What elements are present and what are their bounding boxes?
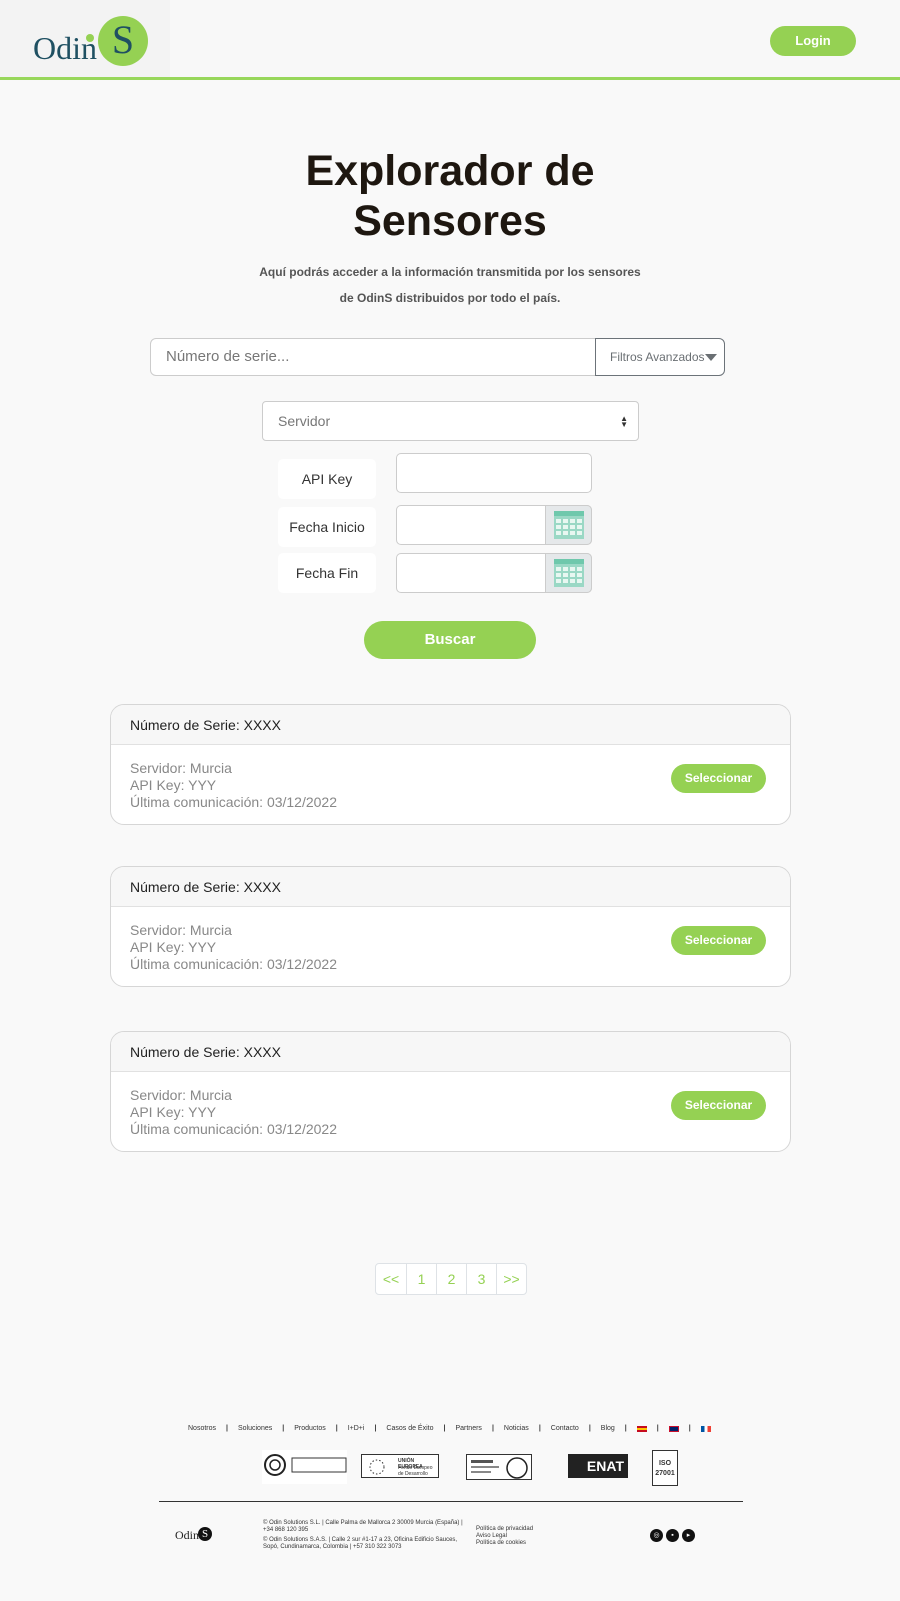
eu-logo: UNIÓN EUROPEA Fondo Europeo de Desarroll…	[361, 1454, 439, 1478]
logo-letter: S	[98, 16, 148, 66]
end-date-label: Fecha Fin	[278, 553, 376, 593]
legal-notice-link[interactable]: Aviso Legal	[476, 1533, 533, 1540]
sensor-card: Número de Serie: XXXX Servidor: Murcia A…	[110, 1031, 791, 1152]
sensor-card: Número de Serie: XXXX Servidor: Murcia A…	[110, 704, 791, 825]
logo-dot	[86, 34, 94, 42]
footer-divider	[159, 1501, 743, 1502]
page-2[interactable]: 2	[436, 1264, 466, 1294]
footer-logo-text[interactable]: Odin	[175, 1528, 199, 1543]
sensor-card-header: Número de Serie: XXXX	[111, 1032, 790, 1072]
footer-logo-letter: S	[198, 1527, 212, 1541]
iso-logo: ISO 27001	[652, 1450, 678, 1486]
pagination: << 1 2 3 >>	[375, 1263, 527, 1295]
page-title-line2: Sensores	[353, 197, 547, 245]
footer-link-productos[interactable]: Productos	[294, 1425, 326, 1432]
select-arrows-icon: ▲ ▼	[620, 414, 628, 429]
subtitle-line2: de OdinS distribuidos por todo el país.	[339, 291, 561, 305]
sensor-card-header: Número de Serie: XXXX	[111, 867, 790, 907]
sensor-card-body: Servidor: Murcia API Key: YYY Última com…	[111, 1072, 790, 1138]
footer-link-idi[interactable]: I+D+i	[348, 1425, 365, 1432]
footer-link-contacto[interactable]: Contacto	[551, 1425, 579, 1432]
page-3[interactable]: 3	[466, 1264, 496, 1294]
footer-link-partners[interactable]: Partners	[455, 1425, 481, 1432]
youtube-icon[interactable]: ▸	[682, 1529, 695, 1542]
logo[interactable]: Odin S	[0, 0, 170, 77]
advanced-filters-label: Filtros Avanzados	[610, 350, 705, 364]
page-1[interactable]: 1	[406, 1264, 436, 1294]
subtitle-line1: Aquí podrás acceder a la información tra…	[259, 265, 641, 279]
header: Odin S Login	[0, 0, 900, 80]
advanced-filters-button[interactable]: Filtros Avanzados	[595, 338, 725, 376]
footer-address-colombia: © Odin Solutions S.A.S. | Calle 2 sur #1…	[263, 1537, 458, 1550]
api-key-label: API Key	[278, 459, 376, 499]
footer-address-spain: © Odin Solutions S.L. | Calle Palma de M…	[263, 1520, 463, 1533]
start-date-label: Fecha Inicio	[278, 507, 376, 547]
sensor-card-body: Servidor: Murcia API Key: YYY Última com…	[111, 745, 790, 811]
instagram-icon[interactable]: ◎	[650, 1529, 663, 1542]
sensor-card-header: Número de Serie: XXXX	[111, 705, 790, 745]
footer-link-nosotros[interactable]: Nosotros	[188, 1425, 216, 1432]
eu-stars-icon	[369, 1459, 385, 1475]
calendar-icon	[554, 559, 584, 587]
footer-link-blog[interactable]: Blog	[601, 1425, 615, 1432]
end-date-calendar-button[interactable]	[545, 553, 592, 593]
search-button[interactable]: Buscar	[364, 621, 536, 659]
page-title: Explorador de Sensores	[250, 146, 650, 246]
sensor-last-communication: Última comunicación: 03/12/2022	[130, 956, 338, 972]
sensor-last-communication: Última comunicación: 03/12/2022	[130, 1121, 338, 1137]
enat-logo: ENAT	[568, 1454, 628, 1478]
api-key-input[interactable]	[396, 453, 592, 493]
linkedin-icon[interactable]: ▪	[666, 1529, 679, 1542]
calendar-icon	[554, 511, 584, 539]
start-date-calendar-button[interactable]	[545, 505, 592, 545]
serial-search-input[interactable]: Número de serie...	[150, 338, 596, 376]
flag-es-icon[interactable]	[636, 1425, 647, 1432]
page-subtitle: Aquí podrás acceder a la información tra…	[240, 259, 660, 311]
server-select[interactable]: Servidor ▲ ▼	[262, 401, 639, 441]
privacy-link[interactable]: Política de privacidad	[476, 1526, 533, 1533]
ministry-seal-icon	[264, 1454, 347, 1476]
sensor-last-communication: Última comunicación: 03/12/2022	[130, 794, 338, 810]
footer-link-noticias[interactable]: Noticias	[504, 1425, 529, 1432]
footer-link-soluciones[interactable]: Soluciones	[238, 1425, 272, 1432]
footer-legal: Política de privacidad Aviso Legal Polít…	[476, 1526, 533, 1547]
certification-logo	[466, 1454, 532, 1480]
flag-fr-icon[interactable]	[700, 1425, 711, 1432]
footer-link-casos[interactable]: Casos de Éxito	[386, 1425, 433, 1432]
flag-uk-icon[interactable]	[668, 1425, 679, 1432]
cookies-link[interactable]: Política de cookies	[476, 1540, 533, 1547]
certification-seal-icon	[471, 1457, 528, 1479]
partner-logos: UNIÓN EUROPEA Fondo Europeo de Desarroll…	[262, 1450, 682, 1486]
sensor-card: Número de Serie: XXXX Servidor: Murcia A…	[110, 866, 791, 987]
footer-address: © Odin Solutions S.L. | Calle Palma de M…	[263, 1520, 463, 1551]
page-first[interactable]: <<	[376, 1264, 406, 1294]
login-button[interactable]: Login	[770, 26, 856, 56]
select-button[interactable]: Seleccionar	[671, 1091, 766, 1120]
page-title-line1: Explorador de	[305, 147, 595, 195]
select-button[interactable]: Seleccionar	[671, 764, 766, 793]
caret-down-icon	[705, 354, 717, 361]
footer-nav: Nosotros | Soluciones | Productos | I+D+i | …	[188, 1425, 711, 1432]
server-select-value: Servidor	[278, 413, 331, 429]
ministry-logo	[262, 1450, 347, 1484]
select-button[interactable]: Seleccionar	[671, 926, 766, 955]
eu-logo-subtext: Fondo Europeo de Desarrollo Regional	[398, 1465, 433, 1477]
page-last[interactable]: >>	[496, 1264, 526, 1294]
sensor-card-body: Servidor: Murcia API Key: YYY Última com…	[111, 907, 790, 973]
